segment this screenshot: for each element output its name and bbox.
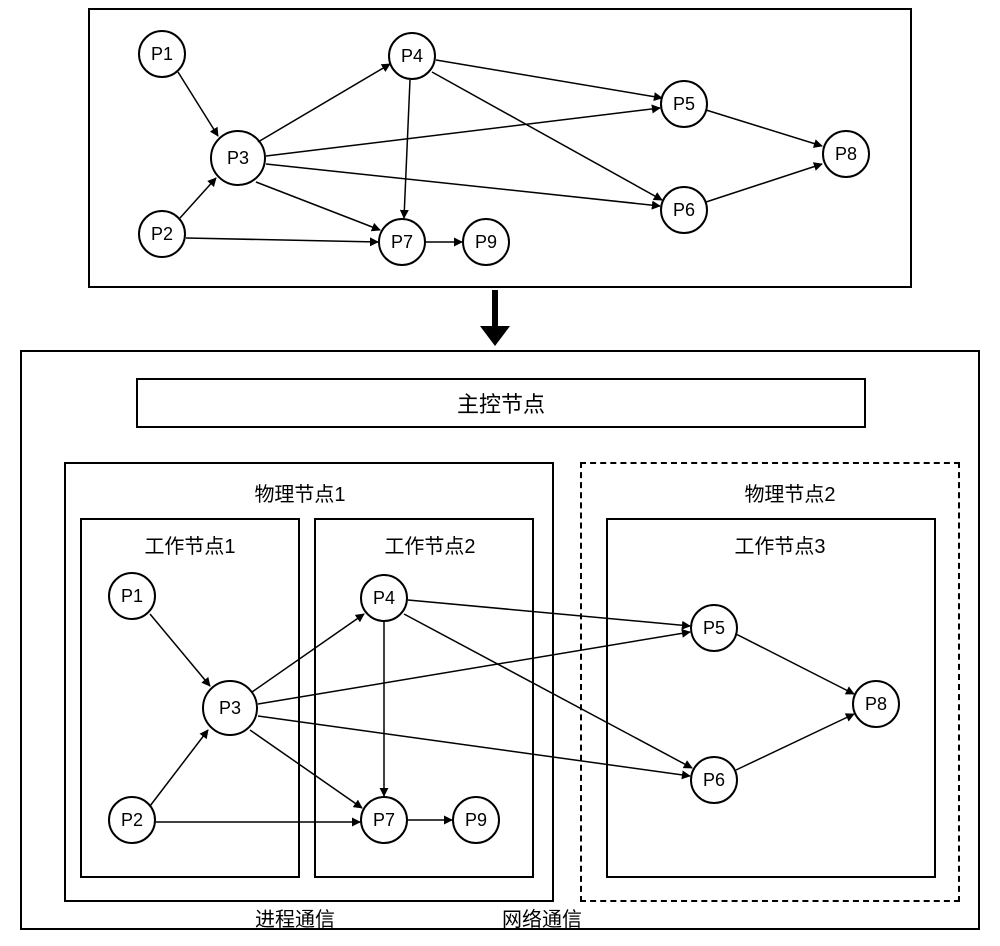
node-p8-bot: P8 — [852, 680, 900, 728]
node-p5-top: P5 — [660, 80, 708, 128]
node-p6-top: P6 — [660, 186, 708, 234]
node-label: P8 — [835, 144, 857, 165]
node-p5-bot: P5 — [690, 604, 738, 652]
node-p4-top: P4 — [388, 32, 436, 80]
node-label: P5 — [703, 618, 725, 639]
node-label: P1 — [121, 586, 143, 607]
node-label: P7 — [391, 232, 413, 253]
master-node-box: 主控节点 — [136, 378, 866, 428]
node-p3-top: P3 — [210, 130, 266, 186]
node-label: P3 — [227, 148, 249, 169]
net-comm-label: 网络通信 — [482, 903, 602, 932]
node-label: P2 — [151, 224, 173, 245]
node-label: P9 — [475, 232, 497, 253]
node-label: P8 — [865, 694, 887, 715]
node-label: P3 — [219, 698, 241, 719]
node-p1-top: P1 — [138, 30, 186, 78]
node-p1-bot: P1 — [108, 572, 156, 620]
node-p2-bot: P2 — [108, 796, 156, 844]
node-p2-top: P2 — [138, 210, 186, 258]
node-p4-bot: P4 — [360, 574, 408, 622]
node-label: P7 — [373, 810, 395, 831]
node-p3-bot: P3 — [202, 680, 258, 736]
node-label: P4 — [373, 588, 395, 609]
node-p8-top: P8 — [822, 130, 870, 178]
node-label: P5 — [673, 94, 695, 115]
work3-label: 工作节点3 — [710, 530, 850, 559]
node-p7-top: P7 — [378, 218, 426, 266]
node-p7-bot: P7 — [360, 796, 408, 844]
phys2-label: 物理节点2 — [720, 478, 860, 507]
phys1-label: 物理节点1 — [230, 478, 370, 507]
master-node-label: 主控节点 — [457, 387, 545, 419]
node-label: P4 — [401, 46, 423, 67]
node-label: P1 — [151, 44, 173, 65]
node-label: P2 — [121, 810, 143, 831]
work1-label: 工作节点1 — [120, 530, 260, 559]
node-p6-bot: P6 — [690, 756, 738, 804]
work2-label: 工作节点2 — [360, 530, 500, 559]
worker-node-2 — [314, 518, 534, 878]
node-p9-bot: P9 — [452, 796, 500, 844]
node-label: P6 — [703, 770, 725, 791]
node-label: P6 — [673, 200, 695, 221]
node-p9-top: P9 — [462, 218, 510, 266]
proc-comm-label: 进程通信 — [235, 903, 355, 932]
node-label: P9 — [465, 810, 487, 831]
